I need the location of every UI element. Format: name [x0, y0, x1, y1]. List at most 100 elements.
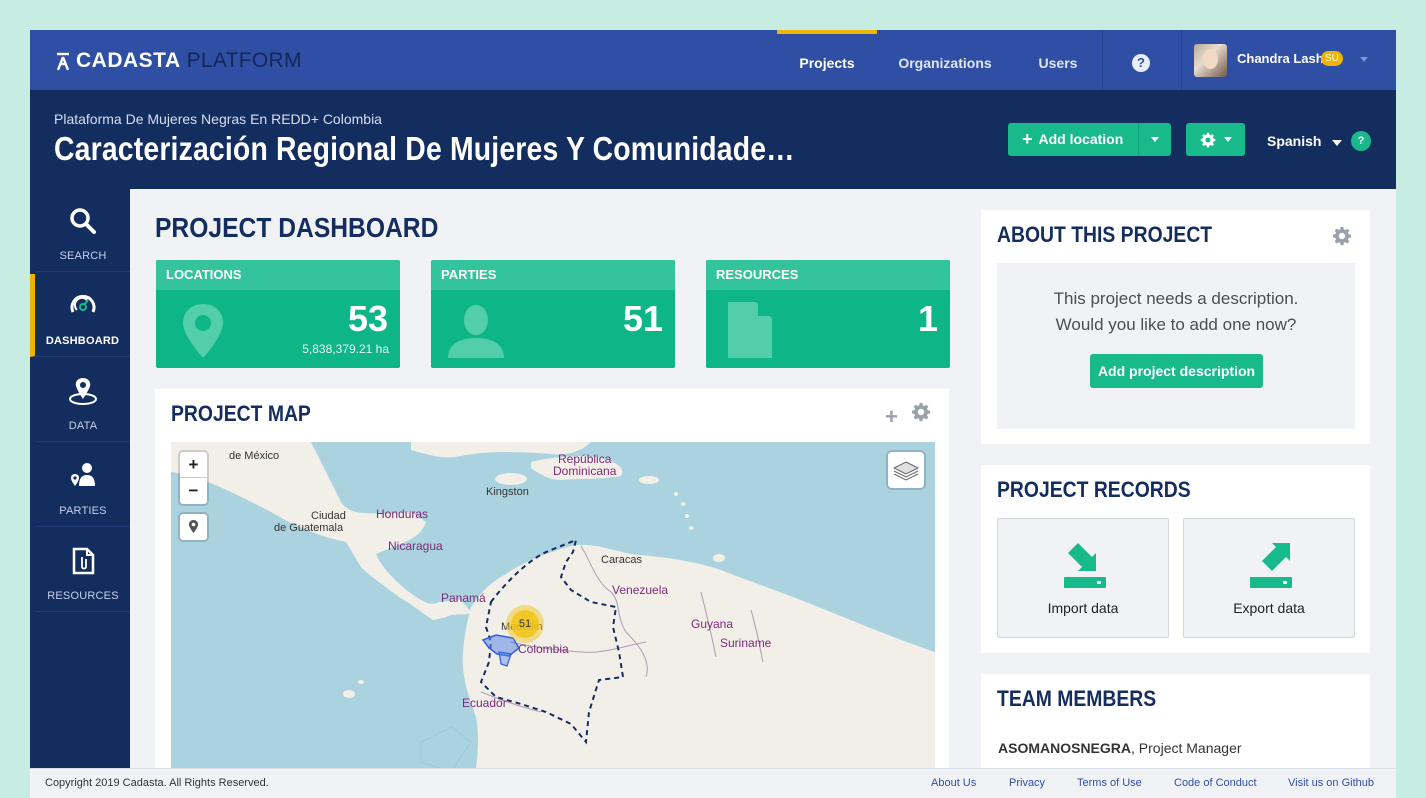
stat-label: PARTIES: [431, 260, 675, 290]
dashboard-icon: [70, 294, 95, 313]
map-basemap: [171, 442, 935, 798]
sidebar-item-label: DATA: [68, 420, 98, 432]
language-selector[interactable]: Spanish: [1267, 133, 1321, 149]
language-caret-icon[interactable]: [1332, 140, 1342, 146]
project-title: Caracterización Regional De Mujeres Y Co…: [54, 130, 795, 167]
export-icon: [1250, 543, 1292, 588]
records-title: PROJECT RECORDS: [997, 477, 1191, 502]
footer-link-github[interactable]: Visit us on Github: [1288, 777, 1374, 789]
footer-link-about[interactable]: About Us: [931, 777, 976, 789]
sidebar-item-resources[interactable]: RESOURCES: [36, 529, 130, 612]
team-member: ASOMANOSNEGRA, Project Manager: [998, 740, 1242, 756]
team-title: TEAM MEMBERS: [997, 686, 1157, 711]
location-pin-icon: [183, 304, 223, 358]
nav-organizations[interactable]: Organizations: [888, 30, 1002, 90]
cadasta-logo-icon: [56, 52, 70, 71]
member-name[interactable]: ASOMANOSNEGRA: [998, 740, 1131, 756]
footer-link-privacy[interactable]: Privacy: [1009, 777, 1045, 789]
map-label: Guyana: [691, 617, 734, 631]
gear-icon[interactable]: [1332, 226, 1352, 246]
zoom-control: + −: [180, 452, 207, 504]
user-menu-caret-icon[interactable]: [1360, 57, 1368, 62]
copyright: Copyright 2019 Cadasta. All Rights Reser…: [45, 777, 269, 789]
stat-label: LOCATIONS: [156, 260, 400, 290]
sidebar-item-label: RESOURCES: [47, 590, 119, 602]
project-map-card: PROJECT MAP + de México Kingston Repúbli…: [155, 389, 949, 798]
organization-name[interactable]: Plataforma De Mujeres Negras En REDD+ Co…: [54, 111, 382, 127]
sidebar: SEARCH DASHBOARD DATA PARTIES RESOURCES: [30, 189, 130, 769]
user-name[interactable]: Chandra Lash: [1237, 51, 1324, 66]
gear-icon[interactable]: [911, 402, 931, 422]
map-label: Ciudad: [311, 510, 346, 522]
document-icon: [728, 302, 772, 358]
app-window: CADASTA PLATFORM Projects Organizations …: [30, 30, 1396, 798]
map-view[interactable]: de México Kingston República Dominicana …: [171, 442, 935, 798]
add-location-button[interactable]: + Add location: [1008, 123, 1139, 156]
project-header: Plataforma De Mujeres Negras En REDD+ Co…: [30, 90, 1396, 189]
import-icon: [1064, 543, 1106, 588]
nav-users[interactable]: Users: [1025, 30, 1091, 90]
sidebar-item-label: DASHBOARD: [45, 335, 120, 347]
nav-projects[interactable]: Projects: [777, 30, 877, 90]
sidebar-item-parties[interactable]: PARTIES: [36, 444, 130, 527]
stat-value: 1: [917, 298, 938, 339]
description-placeholder: This project needs a description. Would …: [997, 263, 1355, 429]
map-pin-icon: [69, 378, 97, 405]
nav-divider: [1181, 30, 1182, 90]
top-navbar: CADASTA PLATFORM Projects Organizations …: [30, 30, 1396, 90]
add-location-dropdown-button[interactable]: [1139, 123, 1171, 156]
export-data-label: Export data: [1233, 600, 1305, 616]
map-marker-cluster[interactable]: 51: [506, 605, 544, 643]
brand-name: CADASTA: [76, 49, 181, 72]
add-project-description-button[interactable]: Add project description: [1090, 354, 1263, 388]
add-location-button-group: + Add location: [1008, 123, 1171, 156]
footer-link-conduct[interactable]: Code of Conduct: [1174, 777, 1257, 789]
stat-value: 51: [622, 298, 663, 339]
caret-down-icon: [1151, 137, 1159, 142]
sidebar-item-label: PARTIES: [59, 505, 107, 517]
map-label: Honduras: [376, 507, 429, 521]
cluster-count: 51: [511, 610, 539, 638]
question-circle-icon[interactable]: ?: [1132, 54, 1150, 72]
sidebar-item-dashboard[interactable]: DASHBOARD: [30, 274, 130, 357]
project-records-card: PROJECT RECORDS Import data Export data: [981, 465, 1370, 653]
map-label: Nicaragua: [388, 539, 443, 553]
layers-button[interactable]: [888, 452, 924, 488]
person-pin-icon: [71, 463, 95, 486]
nav-divider: [1102, 30, 1103, 90]
add-location-label: Add location: [1038, 131, 1124, 147]
zoom-out-button[interactable]: −: [180, 478, 207, 504]
zoom-in-button[interactable]: +: [180, 452, 207, 478]
document-icon: [72, 547, 95, 575]
member-role: , Project Manager: [1131, 740, 1242, 756]
add-icon[interactable]: +: [885, 404, 898, 430]
map-label: Venezuela: [612, 583, 669, 597]
map-label: Colombia: [518, 642, 569, 656]
stat-card-resources[interactable]: RESOURCES 1: [706, 260, 950, 368]
stat-card-parties[interactable]: PARTIES 51: [431, 260, 675, 368]
sidebar-item-data[interactable]: DATA: [36, 359, 130, 442]
stat-card-locations[interactable]: LOCATIONS 53 5,838,379.21 ha: [156, 260, 400, 368]
map-label: Suriname: [720, 636, 772, 650]
description-prompt: This project needs a description. Would …: [997, 286, 1355, 338]
caret-down-icon: [1224, 137, 1232, 142]
sidebar-item-search[interactable]: SEARCH: [36, 189, 130, 272]
import-data-label: Import data: [1047, 600, 1119, 616]
footer-link-terms[interactable]: Terms of Use: [1077, 777, 1142, 789]
language-help-icon[interactable]: ?: [1351, 131, 1371, 151]
map-label: de Guatemala: [274, 522, 344, 534]
cadasta-logo[interactable]: CADASTA PLATFORM: [56, 49, 302, 73]
search-icon: [70, 208, 96, 234]
map-label: de México: [229, 450, 280, 462]
layers-icon: [892, 461, 920, 481]
import-data-button[interactable]: Import data: [997, 518, 1169, 638]
plus-icon: +: [1022, 129, 1033, 149]
export-data-button[interactable]: Export data: [1183, 518, 1355, 638]
project-settings-button[interactable]: [1186, 123, 1245, 156]
avatar[interactable]: [1194, 44, 1227, 77]
sidebar-item-label: SEARCH: [59, 250, 107, 262]
locate-button[interactable]: [180, 514, 207, 540]
description-prompt-line: Would you like to add one now?: [1055, 315, 1297, 334]
brand-platform: PLATFORM: [186, 49, 302, 72]
map-label: Caracas: [601, 554, 642, 566]
